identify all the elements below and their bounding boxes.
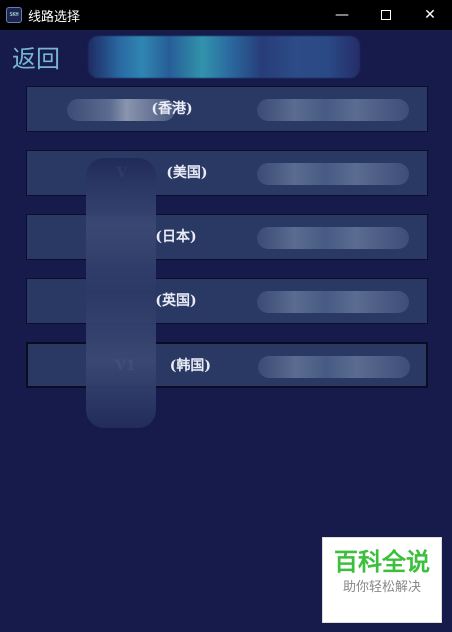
window-title: 线路选择 [28, 10, 81, 25]
maximize-button[interactable] [364, 0, 408, 30]
redacted-route-detail [257, 291, 409, 313]
route-item-hongkong[interactable]: (香港) [26, 86, 428, 132]
watermark-logo: 百科全说 助你轻松解决 [322, 537, 442, 623]
route-label: (香港) [151, 101, 193, 117]
close-button[interactable]: ✕ [408, 0, 452, 30]
maximize-icon [381, 10, 391, 20]
back-button[interactable]: 返回 [12, 39, 60, 74]
redacted-route-detail [257, 227, 409, 249]
redacted-route-detail [257, 99, 409, 121]
watermark-main-text: 百科全说 [334, 548, 430, 576]
redacted-route-detail [258, 356, 410, 378]
redacted-route-detail [257, 163, 409, 185]
watermark-sub-text: 助你轻松解决 [342, 580, 421, 595]
window-titlebar[interactable]: SKH 线路选择 — ✕ [0, 0, 452, 30]
minimize-button[interactable]: — [320, 0, 364, 30]
redacted-header-info [88, 36, 360, 78]
app-icon: SKH [6, 7, 22, 23]
redacted-route-names [86, 158, 156, 428]
